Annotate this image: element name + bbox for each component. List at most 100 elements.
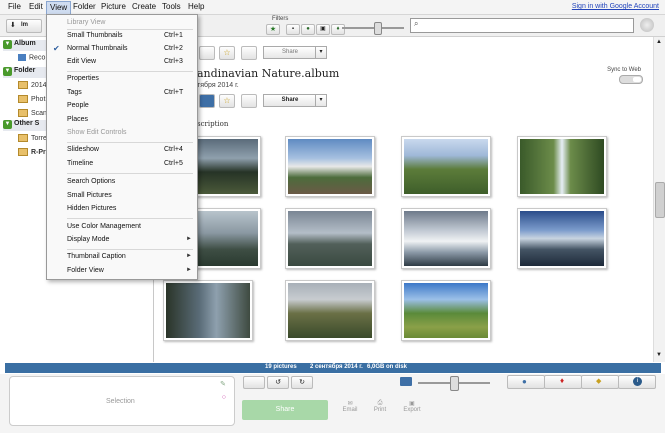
places-panel-button[interactable]: ♦ bbox=[544, 375, 582, 389]
album-icon bbox=[18, 54, 26, 61]
album-title[interactable]: andinavian Nature.album bbox=[197, 67, 339, 80]
zoom-slider-handle[interactable] bbox=[450, 376, 459, 391]
slideshow-button[interactable] bbox=[199, 46, 215, 60]
menu-file[interactable]: File bbox=[8, 2, 21, 11]
selection-tray[interactable]: Selection ✎ ○ bbox=[9, 376, 235, 426]
photo-thumbnail[interactable] bbox=[193, 136, 261, 197]
menu-item-hidden-pictures[interactable]: Hidden Pictures bbox=[67, 205, 116, 212]
rotate-left-icon[interactable]: ↺ bbox=[267, 376, 289, 389]
share-dropdown-icon[interactable]: ▾ bbox=[315, 94, 327, 107]
folder-icon bbox=[18, 134, 28, 142]
map-pin-icon: ♦ bbox=[560, 376, 565, 385]
sidebar-item-folder[interactable]: Phot bbox=[18, 95, 45, 103]
slideshow-play-icon[interactable] bbox=[199, 94, 215, 108]
pin-filter-icon[interactable]: ♦ bbox=[331, 24, 345, 35]
print-button[interactable]: ⎙ Print bbox=[368, 400, 392, 413]
photo-thumbnail[interactable] bbox=[401, 136, 491, 197]
menu-create[interactable]: Create bbox=[132, 2, 156, 11]
share-bottom-button[interactable]: Share bbox=[242, 400, 328, 420]
photo-thumbnail[interactable] bbox=[285, 280, 375, 341]
photo-thumbnail[interactable] bbox=[401, 280, 491, 341]
filters-label: Filters bbox=[272, 16, 289, 22]
sync-toggle[interactable] bbox=[619, 75, 643, 84]
bottom-panel: Selection ✎ ○ ↺ ↻ Share ✉ Email ⎙ Print ▣ E… bbox=[0, 374, 665, 433]
filter-slider-track[interactable] bbox=[342, 27, 404, 29]
search-input[interactable]: ⌕ bbox=[410, 18, 634, 33]
menu-item-properties[interactable]: Properties bbox=[67, 75, 99, 82]
menu-item-places[interactable]: Places bbox=[67, 116, 88, 123]
save-disk-icon[interactable] bbox=[241, 94, 257, 108]
vertical-scrollbar[interactable]: ▲ ▼ bbox=[653, 37, 665, 362]
info-panel-button[interactable]: i bbox=[618, 375, 656, 389]
star-filter-icon[interactable]: ★ bbox=[266, 24, 280, 35]
menu-item-slideshow[interactable]: Slideshow bbox=[67, 146, 99, 153]
photo-thumbnail[interactable] bbox=[163, 280, 253, 341]
pin-icon[interactable]: ✎ bbox=[220, 380, 226, 388]
menu-item-thumbnail-caption[interactable]: Thumbnail Caption bbox=[67, 253, 126, 260]
scroll-thumb[interactable] bbox=[655, 182, 665, 218]
menu-separator bbox=[67, 218, 193, 219]
scroll-up-icon[interactable]: ▲ bbox=[655, 39, 663, 47]
sign-in-link[interactable]: Sign in with Google Account bbox=[572, 3, 659, 10]
menu-item-show-edit-controls[interactable]: Show Edit Controls bbox=[67, 129, 127, 136]
zoom-photo-icon bbox=[400, 377, 412, 386]
star-button[interactable]: ☆ bbox=[219, 46, 235, 60]
selection-label: Selection bbox=[106, 398, 135, 405]
photo-thumbnail[interactable] bbox=[517, 136, 607, 197]
menu-folder[interactable]: Folder bbox=[73, 2, 96, 11]
import-button[interactable]: ⬇ Im bbox=[6, 19, 42, 33]
face-filter-icon[interactable]: ● bbox=[301, 24, 315, 35]
photo-thumbnail[interactable] bbox=[193, 208, 261, 269]
menu-item-use-color-management[interactable]: Use Color Management bbox=[67, 223, 141, 230]
disk-size: 6,0GB on disk bbox=[367, 364, 408, 370]
filter-slider-handle[interactable] bbox=[374, 22, 382, 35]
menu-item-small-pictures[interactable]: Small Pictures bbox=[67, 192, 112, 199]
menu-item-search-options[interactable]: Search Options bbox=[67, 178, 115, 185]
export-button[interactable]: ▣ Export bbox=[398, 400, 426, 413]
menu-item-tags[interactable]: Tags bbox=[67, 89, 82, 96]
photo-thumbnail[interactable] bbox=[285, 208, 375, 269]
sidebar-item-recent[interactable]: Reco bbox=[18, 54, 45, 61]
movie-filter-icon[interactable]: ▪ bbox=[286, 24, 300, 35]
scroll-down-icon[interactable]: ▼ bbox=[655, 352, 663, 360]
email-button[interactable]: ✉ Email bbox=[338, 400, 362, 413]
photo-thumbnail[interactable] bbox=[285, 136, 375, 197]
sidebar-item-folder[interactable]: Torre bbox=[18, 134, 47, 142]
menu-edit[interactable]: Edit bbox=[29, 2, 43, 11]
menu-picture[interactable]: Picture bbox=[101, 2, 126, 11]
geo-filter-icon[interactable]: ▣ bbox=[316, 24, 330, 35]
menu-item-small-thumbnails[interactable]: Small Thumbnails bbox=[67, 32, 123, 39]
menu-item-folder-view[interactable]: Folder View bbox=[67, 267, 104, 274]
rotate-right-icon[interactable]: ↻ bbox=[291, 376, 313, 389]
menu-item-normal-thumbnails[interactable]: Normal Thumbnails bbox=[67, 45, 128, 52]
sidebar-item-folder[interactable]: R-Pr bbox=[18, 148, 46, 156]
menu-view[interactable]: View bbox=[46, 1, 72, 15]
menu-tools[interactable]: Tools bbox=[162, 2, 181, 11]
star-icon[interactable]: ☆ bbox=[219, 94, 235, 108]
loading-spinner-icon bbox=[640, 18, 654, 32]
menu-item-people[interactable]: People bbox=[67, 102, 89, 109]
save-button[interactable] bbox=[241, 46, 257, 60]
photo-thumbnail[interactable] bbox=[517, 208, 607, 269]
photo-thumbnail[interactable] bbox=[401, 208, 491, 269]
menu-item-timeline[interactable]: Timeline bbox=[67, 160, 93, 167]
share-dropdown-icon[interactable]: ▾ bbox=[315, 46, 327, 59]
tag-icon: ◆ bbox=[596, 378, 602, 385]
menu-item-display-mode[interactable]: Display Mode bbox=[67, 236, 109, 243]
tags-panel-button[interactable]: ◆ bbox=[581, 375, 619, 389]
sidebar-item-folder[interactable]: 2014 bbox=[18, 81, 47, 89]
clear-icon[interactable]: ○ bbox=[222, 394, 226, 401]
shortcut: Ctrl+T bbox=[164, 89, 184, 96]
menu-item-library-view[interactable]: Library View bbox=[67, 19, 105, 26]
folder-icon bbox=[18, 148, 28, 156]
sidebar-item-folder[interactable]: Scan bbox=[18, 109, 47, 117]
people-panel-button[interactable]: ● bbox=[507, 375, 545, 389]
menu-help[interactable]: Help bbox=[188, 2, 204, 11]
share-button-disabled[interactable]: Share bbox=[263, 46, 317, 59]
status-bar: 19 pictures 2 сентября 2014 г. 6,0GB on … bbox=[5, 363, 661, 373]
menu-separator bbox=[67, 173, 193, 174]
share-button[interactable]: Share bbox=[263, 94, 317, 107]
album-description[interactable]: scription bbox=[197, 120, 228, 128]
home-icon[interactable] bbox=[243, 376, 265, 389]
menu-item-edit-view[interactable]: Edit View bbox=[67, 58, 96, 65]
